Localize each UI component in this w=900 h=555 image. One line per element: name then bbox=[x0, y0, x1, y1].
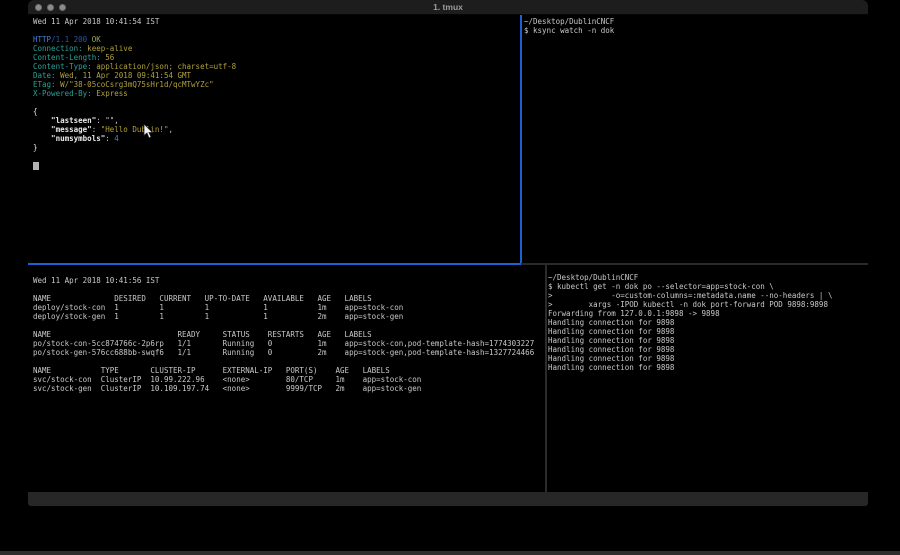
terminal-line bbox=[33, 285, 543, 294]
terminal-line: ETag: W/"38-05coCsrg3mQ75sHr1d/qcMTwYZc" bbox=[33, 80, 518, 89]
pane-divider-horizontal-inactive[interactable] bbox=[521, 263, 868, 265]
pane-http-response[interactable]: Wed 11 Apr 2018 10:41:54 IST HTTP/1.1 20… bbox=[33, 17, 518, 152]
terminal-line: Content-Length: 56 bbox=[33, 53, 518, 62]
terminal-line: NAME READY STATUS RESTARTS AGE LABELS bbox=[33, 330, 543, 339]
terminal-line: NAME DESIRED CURRENT UP-TO-DATE AVAILABL… bbox=[33, 294, 543, 303]
desktop-background: 1. tmux Wed 11 Apr 2018 10:41:54 IST HTT… bbox=[0, 0, 900, 555]
terminal-line: Date: Wed, 11 Apr 2018 09:41:54 GMT bbox=[33, 71, 518, 80]
terminal-line: Content-Type: application/json; charset=… bbox=[33, 62, 518, 71]
terminal-line: Handling connection for 9898 bbox=[548, 336, 866, 345]
window-title: 1. tmux bbox=[28, 0, 868, 14]
traffic-lights bbox=[35, 4, 66, 11]
terminal-line: "numsymbols": 4 bbox=[33, 134, 518, 143]
terminal-line bbox=[33, 26, 518, 35]
terminal-line: Connection: keep-alive bbox=[33, 44, 518, 53]
terminal-line: Wed 11 Apr 2018 10:41:54 IST bbox=[33, 17, 518, 26]
terminal-line bbox=[33, 321, 543, 330]
terminal-line: Wed 11 Apr 2018 10:41:56 IST bbox=[33, 276, 543, 285]
terminal-line: NAME TYPE CLUSTER-IP EXTERNAL-IP PORT(S)… bbox=[33, 366, 543, 375]
terminal-line: "lastseen": "", bbox=[33, 116, 518, 125]
terminal-line: X-Powered-By: Express bbox=[33, 89, 518, 98]
terminal-line: { bbox=[33, 107, 518, 116]
terminal-line bbox=[33, 357, 543, 366]
minimize-button[interactable] bbox=[47, 4, 54, 11]
zoom-button[interactable] bbox=[59, 4, 66, 11]
terminal-line: deploy/stock-con 1 1 1 1 1m app=stock-co… bbox=[33, 303, 543, 312]
terminal-line bbox=[33, 98, 518, 107]
tmux-content: Wed 11 Apr 2018 10:41:54 IST HTTP/1.1 20… bbox=[28, 15, 868, 492]
terminal-line: $ kubectl get -n dok po --selector=app=s… bbox=[548, 282, 866, 291]
terminal-line: svc/stock-con ClusterIP 10.99.222.96 <no… bbox=[33, 375, 543, 384]
tmux-status-bar: demo0:bash* ⎈ minikube:default bbox=[28, 492, 868, 506]
terminal-line: $ ksync watch -n dok bbox=[524, 26, 864, 35]
pane-divider-horizontal-active[interactable] bbox=[28, 263, 521, 265]
terminal-line: Handling connection for 9898 bbox=[548, 363, 866, 372]
terminal-line: ~/Desktop/DublinCNCF bbox=[548, 273, 866, 282]
terminal-line: Handling connection for 9898 bbox=[548, 354, 866, 363]
pane-ksync-watch[interactable]: ~/Desktop/DublinCNCF$ ksync watch -n dok bbox=[524, 17, 864, 35]
terminal-window: 1. tmux Wed 11 Apr 2018 10:41:54 IST HTT… bbox=[28, 0, 868, 506]
terminal-line: Handling connection for 9898 bbox=[548, 327, 866, 336]
terminal-line: > -o=custom-columns=:metadata.name --no-… bbox=[548, 291, 866, 300]
terminal-line: deploy/stock-gen 1 1 1 1 2m app=stock-ge… bbox=[33, 312, 543, 321]
terminal-line: HTTP/1.1 200 OK bbox=[33, 35, 518, 44]
pane-kubectl-tables[interactable]: Wed 11 Apr 2018 10:41:56 IST NAME DESIRE… bbox=[33, 276, 543, 393]
pane-port-forward[interactable]: ~/Desktop/DublinCNCF$ kubectl get -n dok… bbox=[548, 273, 866, 372]
pane-divider-top-vertical[interactable] bbox=[520, 15, 522, 263]
terminal-line: "message": "Hello Dublin!", bbox=[33, 125, 518, 134]
mouse-pointer-icon bbox=[143, 124, 154, 139]
terminal-line: Handling connection for 9898 bbox=[548, 345, 866, 354]
status-bar-right: ⎈ minikube:default bbox=[743, 492, 864, 506]
terminal-line: } bbox=[33, 143, 518, 152]
terminal-line: po/stock-gen-576cc688bb-swqf6 1/1 Runnin… bbox=[33, 348, 543, 357]
window-titlebar[interactable]: 1. tmux bbox=[28, 0, 868, 15]
terminal-line: Forwarding from 127.0.0.1:9898 -> 9898 bbox=[548, 309, 866, 318]
pane-divider-bottom-vertical[interactable] bbox=[545, 264, 547, 492]
terminal-line: po/stock-con-5cc874766c-2p6rp 1/1 Runnin… bbox=[33, 339, 543, 348]
terminal-cursor bbox=[33, 162, 39, 170]
terminal-line: Handling connection for 9898 bbox=[548, 318, 866, 327]
terminal-line: ~/Desktop/DublinCNCF bbox=[524, 17, 864, 26]
terminal-line: > xargs -IPOD kubectl -n dok port-forwar… bbox=[548, 300, 866, 309]
screen-bottom-edge bbox=[0, 551, 900, 555]
terminal-line: svc/stock-gen ClusterIP 10.109.197.74 <n… bbox=[33, 384, 543, 393]
close-button[interactable] bbox=[35, 4, 42, 11]
